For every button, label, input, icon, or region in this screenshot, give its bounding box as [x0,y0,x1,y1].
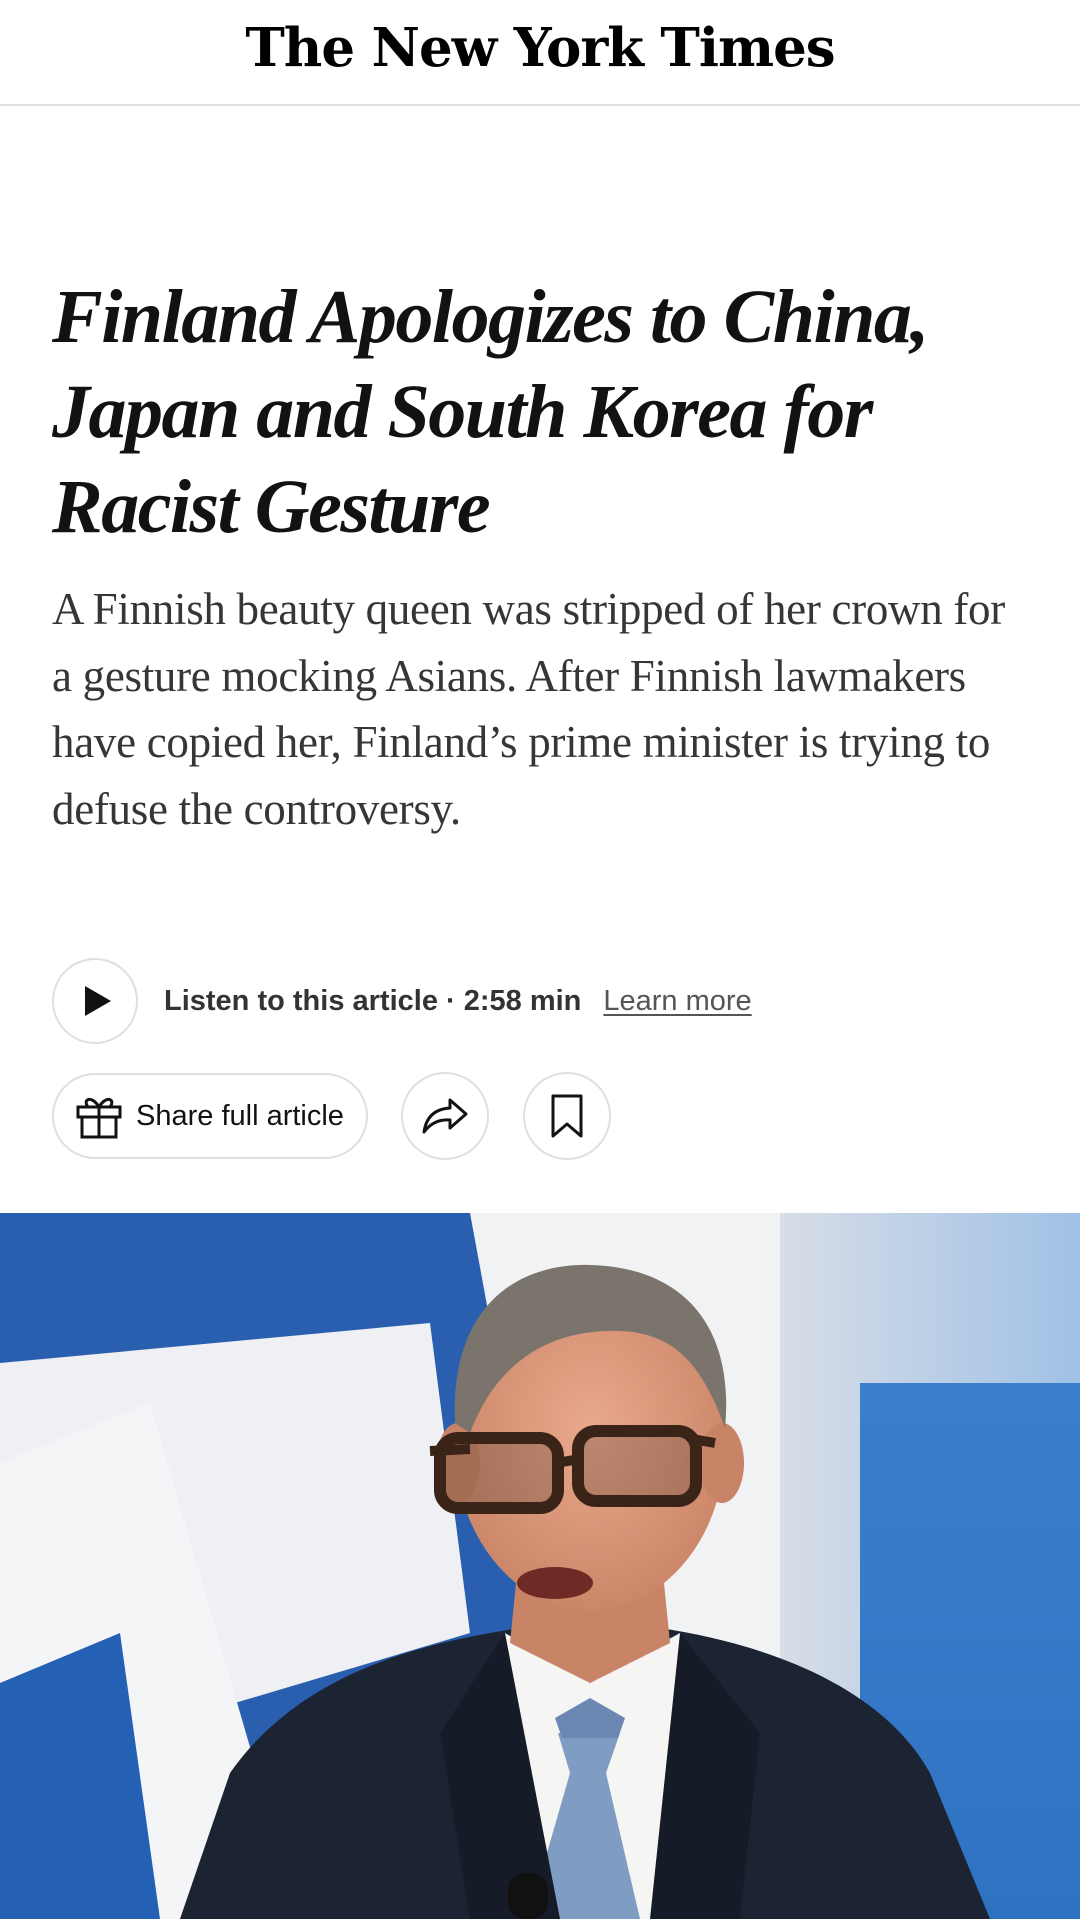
share-full-article-button[interactable]: Share full article [52,1073,368,1159]
gift-icon [76,1098,122,1139]
save-bookmark-button[interactable] [522,1072,611,1160]
listen-row: Listen to this article · 2:58 min Learn … [52,958,752,1044]
play-audio-button[interactable] [52,958,138,1044]
article-summary: A Finnish beauty queen was stripped of h… [52,584,1005,834]
article-headline: Finland Apologizes to China, Japan and S… [52,275,929,549]
nyt-logo[interactable]: The New York Times [245,17,835,79]
bookmark-icon [551,1094,583,1138]
lead-photo-illustration [0,1213,1080,1919]
learn-more-link[interactable]: Learn more [603,985,751,1018]
share-full-article-label: Share full article [136,1099,344,1132]
listen-label: Listen to this article · 2:58 min [164,984,582,1017]
article-lead-photo[interactable] [0,1213,1080,1919]
play-icon [85,986,111,1016]
article-actions: Share full article [52,1072,611,1160]
masthead: The New York Times [0,0,1080,106]
share-button[interactable] [400,1072,489,1160]
share-arrow-icon [422,1098,468,1134]
